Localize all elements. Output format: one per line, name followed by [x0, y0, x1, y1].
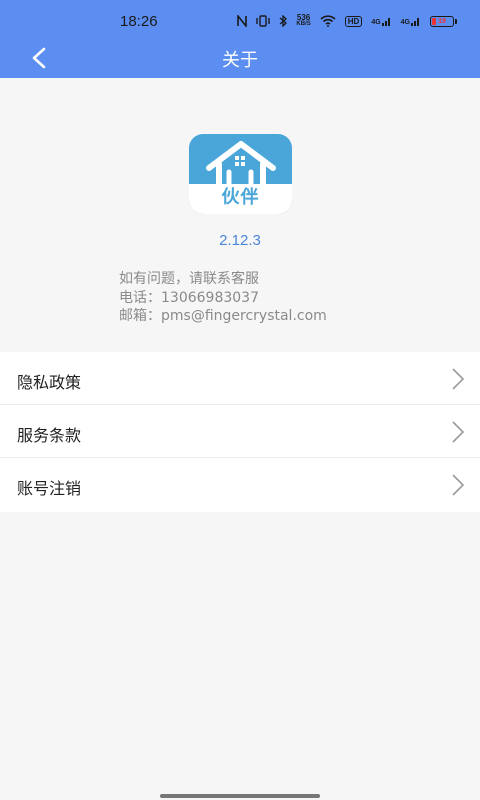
settings-menu: 隐私政策 服务条款 账号注销 — [0, 352, 480, 512]
chevron-right-icon — [452, 368, 465, 390]
battery-level: 19 — [438, 17, 446, 25]
menu-item-terms-of-service[interactable]: 服务条款 — [0, 405, 480, 458]
nfc-icon — [237, 15, 248, 27]
status-bar: 18:26 536 KB/S HD 4G 4G 19 — [0, 0, 480, 42]
app-header: 18:26 536 KB/S HD 4G 4G 19 关于 — [0, 0, 480, 78]
contact-hint: 如有问题，请联系客服 — [119, 271, 259, 287]
house-icon — [206, 141, 276, 187]
page-title: 关于 — [222, 50, 258, 71]
signal-2-icon — [411, 18, 419, 26]
signal-1-icon — [381, 18, 390, 26]
app-logo: 伙伴 — [189, 134, 292, 214]
menu-item-label: 服务条款 — [17, 426, 82, 445]
menu-item-privacy-policy[interactable]: 隐私政策 — [0, 352, 480, 405]
menu-item-account-deletion[interactable]: 账号注销 — [0, 458, 480, 512]
status-icons: 536 KB/S HD 4G 4G 19 — [237, 14, 457, 28]
hd-badge: HD — [344, 15, 363, 27]
home-indicator[interactable] — [160, 794, 320, 798]
signal-2-label: 4G — [400, 19, 410, 26]
menu-item-label: 账号注销 — [17, 479, 82, 498]
chevron-right-icon — [452, 421, 465, 443]
bluetooth-icon — [279, 15, 288, 27]
nav-bar: 关于 — [0, 40, 480, 78]
battery-icon: 19 — [430, 15, 457, 27]
signal-1-label: 4G — [371, 19, 381, 26]
app-version: 2.12.3 — [219, 232, 261, 249]
menu-item-label: 隐私政策 — [17, 373, 82, 392]
contact-info: 如有问题，请联系客服 电话：13066983037 邮箱：pms@fingerc… — [119, 270, 327, 326]
network-speed: 536 KB/S — [296, 14, 310, 28]
chevron-right-icon — [452, 474, 465, 496]
logo-text: 伙伴 — [221, 187, 260, 208]
network-speed-value: 536 — [296, 13, 311, 22]
signal-4g-2: 4G — [401, 16, 421, 26]
wifi-icon — [320, 15, 336, 27]
signal-4g-1: 4G — [371, 16, 391, 26]
contact-email: 邮箱：pms@fingercrystal.com — [119, 308, 327, 324]
status-time: 18:26 — [120, 13, 158, 30]
contact-phone: 电话：13066983037 — [119, 289, 259, 306]
vibrate-icon — [256, 15, 271, 27]
battery-fill — [432, 17, 436, 25]
network-speed-unit: KB/S — [296, 21, 311, 27]
